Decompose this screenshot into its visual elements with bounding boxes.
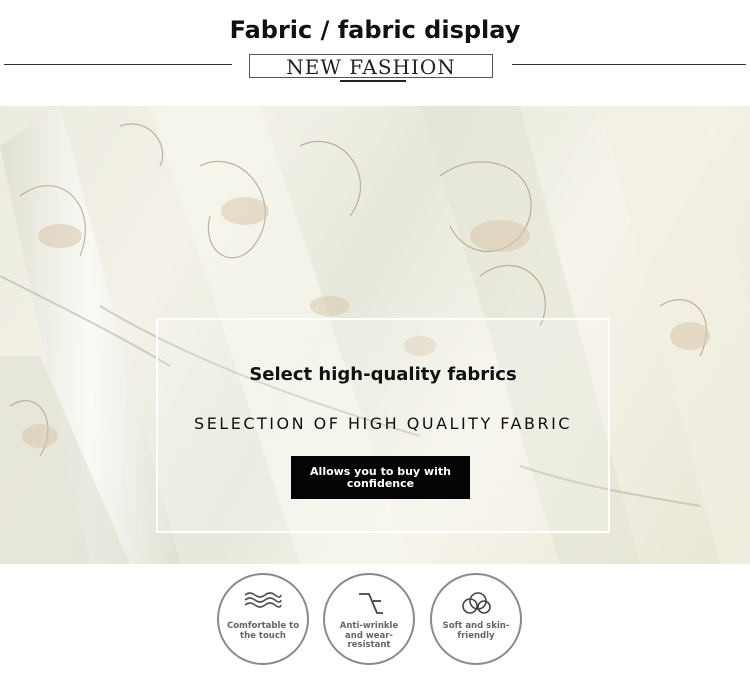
quality-panel: Select high-quality fabrics SELECTION OF…: [156, 318, 610, 533]
fabric-hero-image: Select high-quality fabrics SELECTION OF…: [0, 106, 750, 564]
page-title: Fabric / fabric display: [229, 16, 521, 44]
divider-left: [4, 64, 232, 65]
feature-label: Soft and skin-friendly: [442, 621, 510, 641]
feature-comfortable: Comfortable to the touch: [217, 573, 309, 665]
page-header: Fabric / fabric display NEW FASHION: [0, 0, 750, 105]
crease-icon: [325, 591, 413, 621]
buy-confidence-button[interactable]: Allows you to buy with confidence: [291, 456, 470, 499]
feature-list: Comfortable to the touch Anti-wrinkle an…: [0, 564, 750, 697]
panel-subheading: SELECTION OF HIGH QUALITY FABRIC: [194, 414, 572, 433]
waves-icon: [219, 591, 307, 613]
feature-label: Anti-wrinkle and wear-resistant: [339, 621, 399, 650]
panel-heading: Select high-quality fabrics: [249, 364, 517, 385]
new-fashion-badge: NEW FASHION: [249, 54, 493, 79]
feature-anti-wrinkle: Anti-wrinkle and wear-resistant: [323, 573, 415, 665]
cloud-icon: [432, 591, 520, 621]
divider-right: [512, 64, 746, 65]
badge-underline: [340, 80, 406, 82]
feature-soft: Soft and skin-friendly: [430, 573, 522, 665]
feature-label: Comfortable to the touch: [226, 621, 300, 641]
